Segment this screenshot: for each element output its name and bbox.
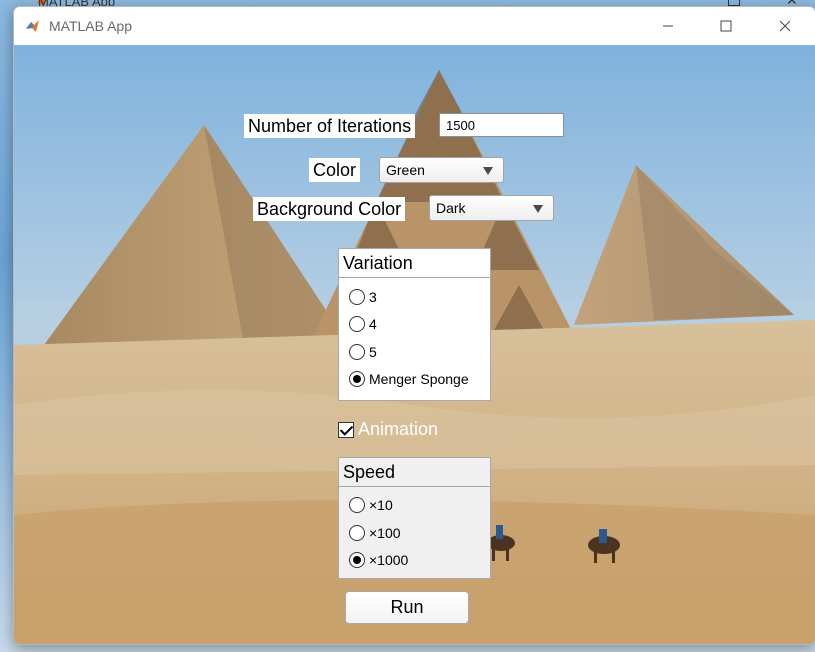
variation-option-label: 5 — [369, 344, 377, 360]
variation-option-4[interactable]: 4 — [349, 314, 377, 334]
radio-button[interactable] — [349, 525, 365, 541]
iterations-input[interactable]: 1500 — [439, 113, 564, 137]
background-color-dropdown[interactable]: Dark — [429, 195, 554, 221]
variation-option-3[interactable]: 3 — [349, 287, 377, 307]
speed-panel: Speed ×10 ×100 ×1000 — [338, 457, 491, 579]
window-title: MATLAB App — [49, 18, 133, 34]
speed-option-label: ×10 — [369, 497, 393, 513]
background-color-dropdown-value: Dark — [436, 200, 466, 216]
matlab-logo-icon — [25, 18, 41, 34]
color-dropdown[interactable]: Green — [379, 157, 504, 183]
radio-button[interactable] — [349, 316, 365, 332]
title-bar: MATLAB App — [14, 7, 815, 45]
variation-option-5[interactable]: 5 — [349, 342, 377, 362]
speed-option-x1000[interactable]: ×1000 — [349, 550, 408, 570]
minimize-icon — [663, 25, 673, 27]
app-canvas: Number of Iterations 1500 Color Green Ba… — [14, 45, 815, 644]
color-dropdown-value: Green — [386, 162, 425, 178]
radio-button-selected[interactable] — [349, 552, 365, 568]
caret-down-icon — [483, 167, 493, 175]
speed-option-label: ×100 — [369, 525, 401, 541]
iterations-label: Number of Iterations — [244, 114, 416, 138]
variation-option-label: 4 — [369, 316, 377, 332]
maximize-icon — [720, 20, 732, 32]
radio-button-selected[interactable] — [349, 371, 365, 387]
maximize-button[interactable] — [697, 7, 755, 45]
close-button[interactable] — [756, 7, 814, 45]
app-window: MATLAB App Number of Iterations 1500 Col… — [13, 6, 815, 645]
background-color-label: Background Color — [253, 197, 406, 221]
variation-panel: Variation 3 4 5 Menger Sponge — [338, 248, 491, 401]
close-icon — [779, 20, 791, 32]
animation-checkbox[interactable] — [338, 421, 354, 438]
variation-option-menger-sponge[interactable]: Menger Sponge — [349, 369, 469, 389]
speed-option-x10[interactable]: ×10 — [349, 495, 393, 515]
variation-option-label: 3 — [369, 289, 377, 305]
color-label: Color — [309, 158, 361, 182]
variation-title: Variation — [339, 249, 490, 278]
speed-option-x100[interactable]: ×100 — [349, 523, 401, 543]
radio-button[interactable] — [349, 344, 365, 360]
radio-button[interactable] — [349, 289, 365, 305]
speed-option-label: ×1000 — [369, 552, 409, 568]
run-button[interactable]: Run — [345, 591, 469, 624]
caret-down-icon — [533, 205, 543, 213]
minimize-button[interactable] — [639, 7, 697, 45]
animation-label: Animation — [358, 419, 439, 439]
animation-checkbox-row[interactable]: Animation — [338, 419, 438, 440]
speed-title: Speed — [339, 458, 490, 487]
radio-button[interactable] — [349, 497, 365, 513]
variation-option-label: Menger Sponge — [369, 371, 469, 387]
